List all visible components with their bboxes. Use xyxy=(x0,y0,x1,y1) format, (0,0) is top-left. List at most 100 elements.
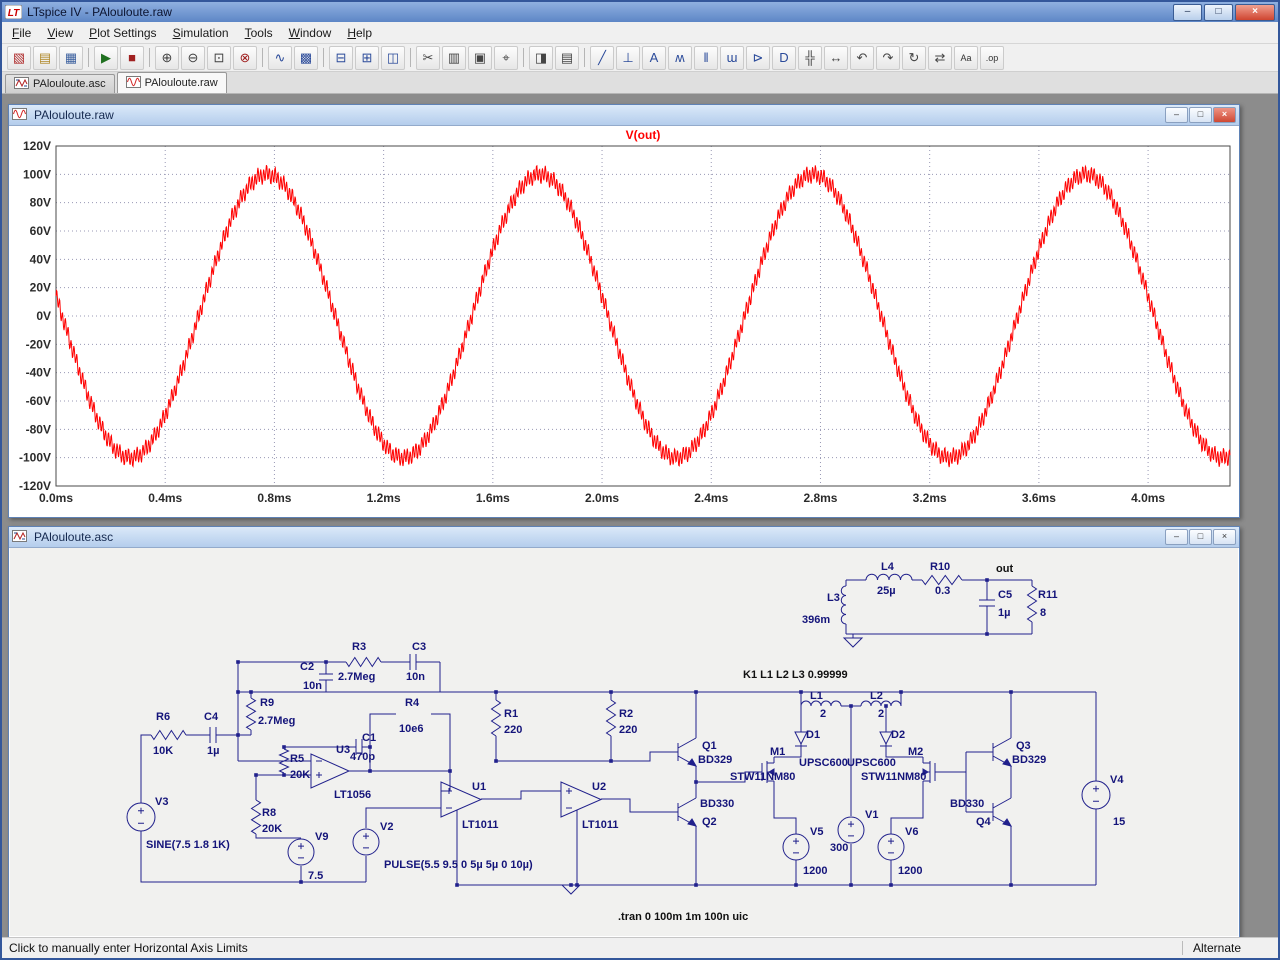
copy-icon[interactable]: ▥ xyxy=(442,45,466,70)
x-axis-tick[interactable]: 0.0ms xyxy=(39,491,73,505)
zoom-full-extents-icon[interactable]: ⊗ xyxy=(233,45,257,70)
component-label[interactable]: PULSE(5.5 9.5 0 5µ 5µ 0 10µ) xyxy=(384,859,533,871)
x-axis-tick[interactable]: 1.6ms xyxy=(476,491,510,505)
component-label[interactable]: 220 xyxy=(504,724,522,736)
component-label[interactable]: Q2 xyxy=(702,816,717,828)
y-axis-tick[interactable]: 100V xyxy=(23,167,51,181)
y-axis-tick[interactable]: 120V xyxy=(23,139,51,153)
titlebar[interactable]: LT LTspice IV - PAlouloute.raw – □ × xyxy=(2,2,1278,22)
component-label[interactable]: L4 xyxy=(881,561,895,573)
drag-icon[interactable]: ↔ xyxy=(824,45,848,70)
menu-window[interactable]: Window xyxy=(281,24,340,42)
component-label[interactable]: L2 xyxy=(870,690,883,702)
run-icon[interactable]: ▶ xyxy=(94,45,118,70)
place-capacitor-icon[interactable]: ǁ xyxy=(694,45,718,70)
cut-icon[interactable]: ✂ xyxy=(416,45,440,70)
x-axis-tick[interactable]: 0.4ms xyxy=(148,491,182,505)
place-label-icon[interactable]: A xyxy=(642,45,666,70)
component-label[interactable]: R8 xyxy=(262,807,276,819)
waveform-plot-canvas[interactable]: 120V 100V 80V 60V 40V 20V 0V -20V -40V -60V -80V -1… xyxy=(10,126,1238,516)
x-axis-tick[interactable]: 3.6ms xyxy=(1022,491,1056,505)
component-label[interactable]: 2 xyxy=(820,708,826,720)
y-axis-tick[interactable]: -60V xyxy=(26,394,51,408)
component-label[interactable]: Q3 xyxy=(1016,740,1031,752)
component-label[interactable]: .tran 0 100m 1m 100n uic xyxy=(618,911,748,923)
tab-palouloute.asc[interactable]: PAlouloute.asc xyxy=(5,74,115,93)
x-axis-tick[interactable]: 1.2ms xyxy=(367,491,401,505)
component-label[interactable]: STW11NM80 xyxy=(730,771,795,783)
component-label[interactable]: 25µ xyxy=(877,585,896,597)
component-label[interactable]: out xyxy=(996,563,1013,575)
zoom-area-icon[interactable]: ⊡ xyxy=(207,45,231,70)
component-label[interactable]: 2.7Meg xyxy=(338,671,375,683)
schematic-maximize-button[interactable]: □ xyxy=(1189,529,1212,545)
schematic-minimize-button[interactable]: – xyxy=(1165,529,1188,545)
place-resistor-icon[interactable]: ʍ xyxy=(668,45,692,70)
new-schematic-icon[interactable]: ▧ xyxy=(7,45,31,70)
component-label[interactable]: 1200 xyxy=(898,865,922,877)
waveform-maximize-button[interactable]: □ xyxy=(1189,107,1212,123)
menu-help[interactable]: Help xyxy=(339,24,380,42)
waveform-close-button[interactable]: × xyxy=(1213,107,1236,123)
component-label[interactable]: V6 xyxy=(905,826,918,838)
component-label[interactable]: R9 xyxy=(260,697,274,709)
component-label[interactable]: UPSC600 xyxy=(847,757,896,769)
halt-icon[interactable]: ■ xyxy=(120,45,144,70)
component-label[interactable]: BD330 xyxy=(950,798,984,810)
component-label[interactable]: U3 xyxy=(336,744,350,756)
y-axis-tick[interactable]: -100V xyxy=(19,451,51,465)
print-preview-icon[interactable]: ◨ xyxy=(529,45,553,70)
component-label[interactable]: LT1011 xyxy=(582,819,619,831)
waveform-window-titlebar[interactable]: PAlouloute.raw – □ × xyxy=(9,105,1239,126)
component-label[interactable]: 10K xyxy=(153,745,173,757)
minimize-button[interactable]: – xyxy=(1173,3,1202,21)
component-label[interactable]: R4 xyxy=(405,697,420,709)
component-label[interactable]: BD329 xyxy=(698,754,732,766)
y-axis-tick[interactable]: 0V xyxy=(36,309,51,323)
rotate-icon[interactable]: ↻ xyxy=(902,45,926,70)
component-label[interactable]: V2 xyxy=(380,821,393,833)
move-icon[interactable]: ╬ xyxy=(798,45,822,70)
component-label[interactable]: V9 xyxy=(315,831,328,843)
waveform-minimize-button[interactable]: – xyxy=(1165,107,1188,123)
component-label[interactable]: 1µ xyxy=(998,607,1010,619)
component-label[interactable]: UPSC600 xyxy=(799,757,848,769)
component-label[interactable]: C1 xyxy=(362,732,376,744)
component-label[interactable]: 220 xyxy=(619,724,637,736)
component-label[interactable]: C3 xyxy=(412,641,426,653)
menu-plot-settings[interactable]: Plot Settings xyxy=(81,24,164,42)
component-label[interactable]: M2 xyxy=(908,746,923,758)
component-label[interactable]: 10n xyxy=(303,680,322,692)
print-icon[interactable]: ▤ xyxy=(555,45,579,70)
component-label[interactable]: SINE(7.5 1.8 1K) xyxy=(146,839,230,851)
y-axis-tick[interactable]: 80V xyxy=(30,196,51,210)
component-label[interactable]: V1 xyxy=(865,809,878,821)
component-label[interactable]: BD330 xyxy=(700,798,734,810)
x-axis-tick[interactable]: 4.0ms xyxy=(1131,491,1165,505)
component-label[interactable]: L3 xyxy=(827,592,840,604)
paste-icon[interactable]: ▣ xyxy=(468,45,492,70)
component-label[interactable]: BD329 xyxy=(1012,754,1046,766)
component-label[interactable]: R3 xyxy=(352,641,366,653)
component-label[interactable]: K1 L1 L2 L3 0.99999 xyxy=(743,669,848,681)
zoom-out-icon[interactable]: ⊖ xyxy=(181,45,205,70)
place-inductor-icon[interactable]: ɯ xyxy=(720,45,744,70)
component-label[interactable]: R10 xyxy=(930,561,950,573)
schematic-window-titlebar[interactable]: PAlouloute.asc – □ × xyxy=(9,527,1239,548)
cascade-windows-icon[interactable]: ◫ xyxy=(381,45,405,70)
component-label[interactable]: C5 xyxy=(998,589,1012,601)
component-label[interactable]: V4 xyxy=(1110,774,1124,786)
component-label[interactable]: Q1 xyxy=(702,740,717,752)
component-label[interactable]: R5 xyxy=(290,753,304,765)
component-label[interactable]: D1 xyxy=(806,729,820,741)
component-label[interactable]: 396m xyxy=(802,614,830,626)
x-axis-tick[interactable]: 2.0ms xyxy=(585,491,619,505)
y-axis-tick[interactable]: -20V xyxy=(26,337,51,351)
text-icon[interactable]: Aa xyxy=(954,45,978,70)
trace-label[interactable]: V(out) xyxy=(626,128,661,142)
spice-directive-icon[interactable]: .op xyxy=(980,45,1004,70)
component-label[interactable]: LT1011 xyxy=(462,819,499,831)
component-label[interactable]: 10n xyxy=(406,671,425,683)
component-label[interactable]: 470p xyxy=(350,751,375,763)
y-axis-tick[interactable]: 60V xyxy=(30,224,51,238)
